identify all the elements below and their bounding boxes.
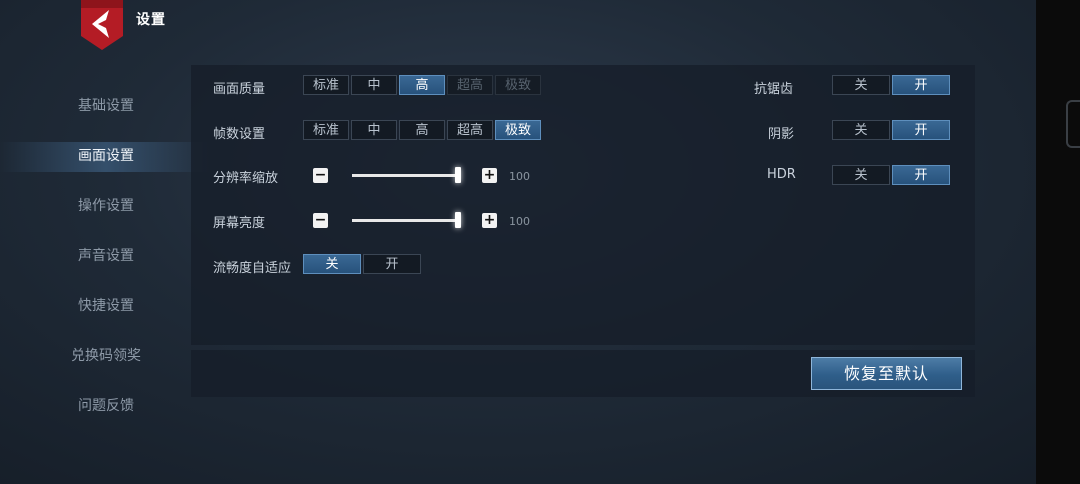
smooth-label: 流畅度自适应 bbox=[213, 261, 292, 276]
smooth-toggle: 关 开 bbox=[303, 254, 421, 274]
resolution-slider-handle[interactable] bbox=[455, 167, 461, 183]
sidebar-item-sound[interactable]: 声音设置 bbox=[0, 228, 212, 278]
framerate-option-medium[interactable]: 中 bbox=[351, 120, 397, 140]
quality-option-ultra: 超高 bbox=[447, 75, 493, 95]
framerate-options: 标准 中 高 超高 极致 bbox=[303, 120, 541, 140]
page-title: 设置 bbox=[136, 12, 166, 28]
resolution-label: 分辨率缩放 bbox=[213, 171, 279, 186]
sidebar-item-label: 快捷设置 bbox=[78, 298, 134, 314]
resolution-decrease-button[interactable]: − bbox=[313, 168, 328, 183]
sidebar-item-label: 操作设置 bbox=[78, 198, 134, 214]
shadow-label: 阴影 bbox=[768, 127, 795, 142]
quality-option-high[interactable]: 高 bbox=[399, 75, 445, 95]
quality-option-medium[interactable]: 中 bbox=[351, 75, 397, 95]
smooth-off-button[interactable]: 关 bbox=[303, 254, 361, 274]
quality-options: 标准 中 高 超高 极致 bbox=[303, 75, 541, 95]
resolution-slider-track[interactable] bbox=[352, 174, 460, 177]
sidebar-item-controls[interactable]: 操作设置 bbox=[0, 178, 212, 228]
framerate-label: 帧数设置 bbox=[213, 127, 266, 142]
device-notch bbox=[1066, 100, 1080, 148]
reset-default-button[interactable]: 恢复至默认 bbox=[811, 357, 962, 390]
resolution-value: 100 bbox=[509, 170, 530, 183]
hdr-on-button[interactable]: 开 bbox=[892, 165, 950, 185]
antialias-on-button[interactable]: 开 bbox=[892, 75, 950, 95]
shadow-off-button[interactable]: 关 bbox=[832, 120, 890, 140]
sidebar-item-shortcuts[interactable]: 快捷设置 bbox=[0, 278, 212, 328]
sidebar-item-feedback[interactable]: 问题反馈 bbox=[0, 378, 212, 428]
shadow-on-button[interactable]: 开 bbox=[892, 120, 950, 140]
antialias-toggle: 关 开 bbox=[832, 75, 950, 95]
sidebar-item-label: 基础设置 bbox=[78, 98, 134, 114]
sidebar-item-graphics[interactable]: 画面设置 bbox=[0, 128, 212, 178]
sidebar-item-label: 画面设置 bbox=[78, 148, 134, 164]
brightness-decrease-button[interactable]: − bbox=[313, 213, 328, 228]
smooth-on-button[interactable]: 开 bbox=[363, 254, 421, 274]
brightness-label: 屏幕亮度 bbox=[213, 216, 266, 231]
hdr-label: HDR bbox=[767, 167, 796, 182]
quality-option-extreme: 极致 bbox=[495, 75, 541, 95]
brightness-slider-track[interactable] bbox=[352, 219, 460, 222]
hdr-off-button[interactable]: 关 bbox=[832, 165, 890, 185]
antialias-label: 抗锯齿 bbox=[754, 82, 794, 97]
framerate-option-standard[interactable]: 标准 bbox=[303, 120, 349, 140]
shadow-toggle: 关 开 bbox=[832, 120, 950, 140]
sidebar-item-label: 声音设置 bbox=[78, 248, 134, 264]
resolution-increase-button[interactable]: + bbox=[482, 168, 497, 183]
brightness-slider-handle[interactable] bbox=[455, 212, 461, 228]
brightness-increase-button[interactable]: + bbox=[482, 213, 497, 228]
quality-option-standard[interactable]: 标准 bbox=[303, 75, 349, 95]
sidebar-item-label: 问题反馈 bbox=[78, 398, 134, 414]
back-logo-icon[interactable] bbox=[79, 0, 125, 50]
brightness-value: 100 bbox=[509, 215, 530, 228]
sidebar-item-basic[interactable]: 基础设置 bbox=[0, 78, 212, 128]
antialias-off-button[interactable]: 关 bbox=[832, 75, 890, 95]
screen-edge bbox=[1036, 0, 1080, 484]
framerate-option-high[interactable]: 高 bbox=[399, 120, 445, 140]
framerate-option-extreme[interactable]: 极致 bbox=[495, 120, 541, 140]
sidebar-item-label: 兑换码领奖 bbox=[71, 348, 141, 364]
quality-label: 画面质量 bbox=[213, 82, 266, 97]
settings-panel bbox=[191, 65, 975, 345]
sidebar: 基础设置 画面设置 操作设置 声音设置 快捷设置 兑换码领奖 问题反馈 bbox=[0, 78, 212, 428]
sidebar-item-redeem[interactable]: 兑换码领奖 bbox=[0, 328, 212, 378]
hdr-toggle: 关 开 bbox=[832, 165, 950, 185]
framerate-option-ultra[interactable]: 超高 bbox=[447, 120, 493, 140]
